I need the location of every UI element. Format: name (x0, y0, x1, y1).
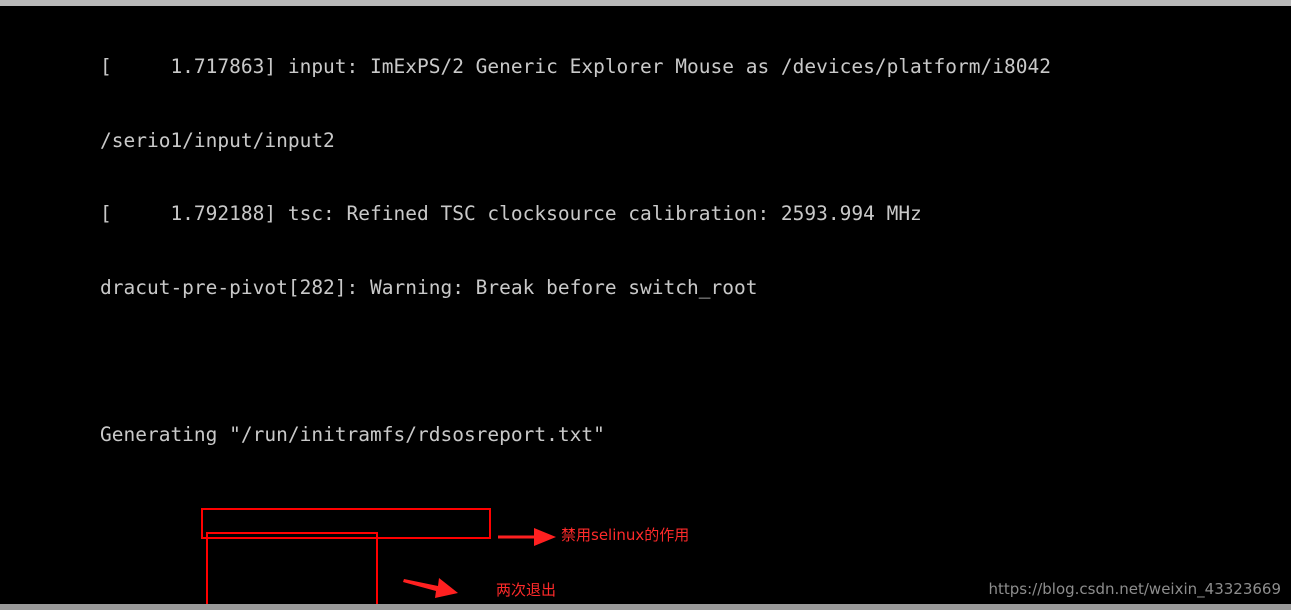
screen-bottom-edge (0, 604, 1291, 610)
console-line: /serio1/input/input2 (100, 128, 335, 152)
console-line: [ 1.717863] input: ImExPS/2 Generic Expl… (100, 55, 1051, 78)
exit-note: 两次退出 (496, 581, 557, 599)
arrow-to-exit-note (403, 578, 458, 598)
terminal-screen: [ 1.717863] input: ImExPS/2 Generic Expl… (0, 0, 1291, 610)
console-output: [ 1.717863] input: ImExPS/2 Generic Expl… (100, 6, 1280, 610)
console-line: dracut-pre-pivot[282]: Warning: Break be… (100, 275, 758, 299)
arrow-to-selinux-note (498, 528, 556, 546)
console-line: Generating "/run/initramfs/rdsosreport.t… (100, 422, 605, 446)
selinux-note: 禁用selinux的作用 (561, 526, 690, 544)
watermark: https://blog.csdn.net/weixin_43323669 (988, 580, 1281, 598)
console-line: [ 1.792188] tsc: Refined TSC clocksource… (100, 202, 922, 225)
